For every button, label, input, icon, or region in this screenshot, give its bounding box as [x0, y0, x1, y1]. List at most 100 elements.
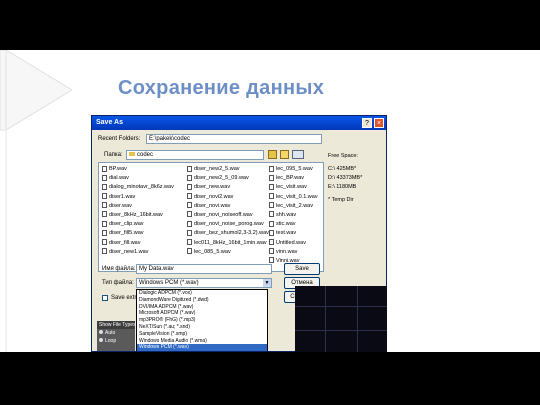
file-item[interactable]: dialog_minotavr_8k6z.wav	[102, 183, 174, 192]
dropdown-option[interactable]: Windows Media Audio (*.wma)	[137, 338, 267, 345]
wav-file-icon	[187, 248, 192, 255]
wav-file-icon	[269, 174, 274, 181]
help-icon[interactable]: ?	[362, 118, 372, 128]
temp-dir-note: * Temp Dir	[328, 197, 354, 203]
wav-file-icon	[269, 220, 274, 227]
file-item[interactable]: lec_visit.wav	[269, 183, 318, 192]
wav-file-icon	[187, 211, 192, 218]
side-item-auto[interactable]: Auto	[97, 329, 135, 337]
close-icon[interactable]: ×	[374, 118, 384, 128]
file-item[interactable]: Untitled.wav	[269, 239, 318, 248]
drive-c: C:\ 425MB*	[328, 166, 357, 172]
file-item[interactable]: diser1.wav	[102, 193, 174, 202]
wav-file-icon	[269, 248, 274, 255]
file-item[interactable]: diser_new2_5.wav	[187, 165, 269, 174]
dropdown-option[interactable]: DVI/IMA ADPCM (*.wav)	[137, 304, 267, 311]
wav-file-icon	[269, 211, 274, 218]
wav-file-icon	[187, 165, 192, 172]
dropdown-option[interactable]: DiamondWare Digitized (*.dwd)	[137, 297, 267, 304]
file-item[interactable]: diser_novi.wav	[187, 202, 269, 211]
wav-file-icon	[269, 239, 274, 246]
slide-title: Сохранение данных	[118, 77, 325, 99]
wav-file-icon	[269, 202, 274, 209]
up-folder-icon[interactable]	[268, 150, 277, 159]
filename-input[interactable]: My Data.wav	[136, 264, 272, 274]
recent-folders-select[interactable]: E:\pakek\codec	[146, 134, 322, 144]
file-item[interactable]: diser_new2_5_09.wav	[187, 174, 269, 183]
dropdown-option[interactable]: mp3PRO® (FhG) (*.mp3)	[137, 317, 267, 324]
side-item-loop[interactable]: Loop	[97, 337, 135, 345]
filetype-value: Windows PCM (*.wav)	[139, 280, 199, 286]
dropdown-option[interactable]: SampleVision (*.smp)	[137, 331, 267, 338]
wav-file-icon	[269, 229, 274, 236]
wav-file-icon	[102, 183, 107, 190]
drive-e: E:\ 1180MB	[328, 184, 357, 190]
show-file-types-panel: Show File Types Auto Loop	[97, 321, 136, 351]
save-button[interactable]: Save	[284, 263, 320, 275]
wav-file-icon	[102, 248, 107, 255]
folder-select[interactable]: codec	[126, 150, 264, 160]
show-file-types-label: Show File Types	[97, 321, 136, 329]
file-item[interactable]: diser_new.wav	[187, 183, 269, 192]
file-item[interactable]: diser_fill.wav	[102, 239, 174, 248]
file-item[interactable]: shh.wav	[269, 211, 318, 220]
dropdown-option[interactable]: Dialogic ADPCM (*.vox)	[137, 290, 267, 297]
filetype-select[interactable]: Windows PCM (*.wav) ▼	[136, 278, 272, 288]
file-column-2: diser_new2_5.wav diser_new2_5_09.wav diser…	[187, 165, 269, 257]
view-menu-icon[interactable]	[292, 150, 304, 159]
file-column-1: BP.wav dial.wav dialog_minotavr_8k6z.wav di…	[102, 165, 174, 257]
file-item[interactable]: diser_8kHz_16bit.wav	[102, 211, 174, 220]
save-extra-checkbox[interactable]	[102, 295, 108, 301]
file-item[interactable]: BP.wav	[102, 165, 174, 174]
file-item[interactable]: diser_bez_shumol2,3-3,2).wav	[187, 229, 269, 238]
file-item[interactable]: vinn.wav	[269, 248, 318, 257]
file-column-3: lec_095_5.wav lec_BP.wav lec_visit.wav lec_…	[269, 165, 318, 266]
file-item[interactable]: diser_new1.wav	[102, 248, 174, 257]
file-list[interactable]: BP.wav dial.wav dialog_minotavr_8k6z.wav di…	[98, 162, 324, 272]
drive-d: D:\ 43373MB*	[328, 175, 363, 181]
file-item[interactable]: diser_fill5.wav	[102, 229, 174, 238]
wav-file-icon	[269, 257, 274, 264]
file-item[interactable]: diser_novi_noise_porog.wav	[187, 220, 269, 229]
filetype-dropdown-list[interactable]: Dialogic ADPCM (*.vox) DiamondWare Digiti…	[136, 289, 268, 352]
dropdown-option[interactable]: Windows PCM (*.wav)	[137, 344, 267, 351]
folder-icon	[129, 152, 135, 157]
slide-top-band	[0, 0, 540, 50]
filename-label: Имя файла:	[102, 266, 136, 272]
file-item[interactable]: diser_clip.wav	[102, 220, 174, 229]
chevron-down-icon: ▼	[263, 279, 271, 287]
file-item[interactable]: stic.wav	[269, 220, 318, 229]
folder-value: codec	[137, 152, 154, 158]
file-item[interactable]: dial.wav	[102, 174, 174, 183]
wav-file-icon	[187, 202, 192, 209]
dialog-titlebar: Save As	[92, 116, 386, 130]
file-item[interactable]: test.wav	[269, 229, 318, 238]
file-item[interactable]: lec_visit_0.1.wav	[269, 193, 318, 202]
radio-icon	[99, 338, 103, 342]
free-space-panel: Free Space: C:\ 425MB* D:\ 43373MB* E:\ …	[328, 152, 382, 205]
wav-file-icon	[102, 211, 107, 218]
wav-file-icon	[269, 193, 274, 200]
file-item[interactable]: diser_novi_noiseoff.wav	[187, 211, 269, 220]
wav-file-icon	[102, 220, 107, 227]
wav-file-icon	[187, 229, 192, 236]
folder-label: Папка:	[104, 152, 123, 158]
file-item[interactable]: lec_visit_2.wav	[269, 202, 318, 211]
wav-file-icon	[187, 174, 192, 181]
dropdown-option[interactable]: PCM Raw Data (*.pcm; *.raw)	[137, 351, 267, 352]
wav-file-icon	[102, 229, 107, 236]
file-item[interactable]: lec_BP.wav	[269, 174, 318, 183]
wav-file-icon	[102, 165, 107, 172]
wav-file-icon	[187, 239, 192, 246]
free-space-label: Free Space:	[328, 153, 358, 159]
wav-file-icon	[269, 165, 274, 172]
slide: Сохранение данных Save As ? × Recent Fol…	[0, 0, 540, 352]
file-item[interactable]: lec_095_5.wav	[269, 165, 318, 174]
new-folder-icon[interactable]	[280, 150, 289, 159]
wav-file-icon	[187, 220, 192, 227]
dropdown-option[interactable]: NeXT/Sun (*.au; *.snd)	[137, 324, 267, 331]
file-item[interactable]: diser.wav	[102, 202, 174, 211]
file-item[interactable]: lec011_8kHz_16bit_1min.wav	[187, 239, 269, 248]
file-item[interactable]: lec_085_5.wav	[187, 248, 269, 257]
file-item[interactable]: diser_novi2.wav	[187, 193, 269, 202]
